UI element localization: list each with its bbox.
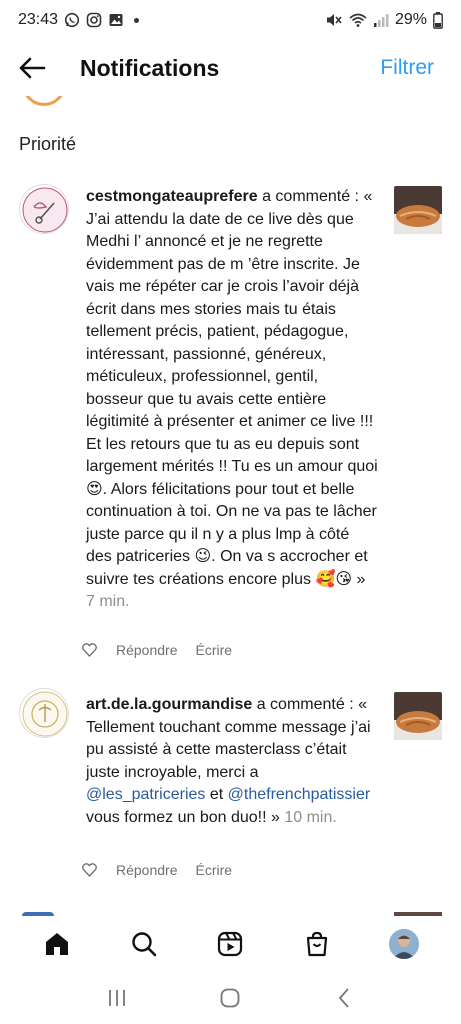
- home-button[interactable]: [210, 978, 250, 1018]
- comment-text: vous formez un bon duo!! »: [86, 808, 285, 826]
- notification-dot: [134, 17, 140, 23]
- section-title: Priorité: [19, 134, 77, 154]
- signal-icon: [373, 12, 389, 28]
- comment-text: « J’ai attendu la date de ce live dès qu…: [86, 188, 378, 588]
- mute-icon: [325, 12, 343, 28]
- home-circle-icon: [221, 988, 240, 1008]
- wifi-icon: [349, 12, 367, 28]
- notification-actions: Répondre Écrire: [80, 861, 232, 879]
- clock: 23:43: [18, 11, 59, 28]
- profile-avatar: [388, 929, 419, 959]
- instagram-icon: [86, 12, 102, 28]
- notification-actions: Répondre Écrire: [80, 641, 232, 659]
- post-thumbnail[interactable]: [394, 186, 442, 234]
- app-header: Notifications Filtrer: [0, 40, 461, 96]
- search-icon: [132, 932, 157, 957]
- heart-icon[interactable]: [80, 861, 98, 879]
- write-button[interactable]: Écrire: [196, 642, 233, 658]
- reels-icon: [218, 931, 243, 957]
- whatsapp-icon: [64, 12, 80, 28]
- timestamp: 10 min.: [284, 808, 337, 826]
- gallery-icon: [108, 12, 124, 28]
- home-icon: [46, 933, 69, 955]
- filter-button[interactable]: Filtrer: [380, 56, 434, 80]
- comment-text: et: [205, 786, 228, 803]
- reply-button[interactable]: Répondre: [116, 862, 178, 878]
- nav-search[interactable]: [121, 921, 167, 967]
- back-chevron-icon: [338, 988, 349, 1008]
- notification-text: art.de.la.gourmandise a commenté : « Tel…: [86, 694, 378, 829]
- shop-icon: [306, 931, 328, 957]
- nav-profile[interactable]: [381, 921, 427, 967]
- heart-icon[interactable]: [80, 641, 98, 659]
- back-arrow-icon: [19, 57, 46, 79]
- back-button[interactable]: [0, 40, 64, 96]
- action-text: a commenté :: [252, 696, 359, 713]
- nav-home[interactable]: [34, 921, 80, 967]
- system-nav-bar: [0, 972, 461, 1024]
- username[interactable]: cestmongateauprefere: [86, 188, 258, 205]
- notification-text: cestmongateauprefere a commenté : « J’ai…: [86, 186, 378, 614]
- timestamp: 7 min.: [86, 593, 130, 610]
- recent-apps-icon: [108, 990, 125, 1006]
- bottom-nav: [0, 916, 461, 972]
- post-thumbnail[interactable]: [394, 692, 442, 740]
- action-text: a commenté :: [257, 188, 364, 205]
- recent-apps-button[interactable]: [97, 978, 137, 1018]
- nav-shop[interactable]: [294, 921, 340, 967]
- reply-button[interactable]: Répondre: [116, 642, 178, 658]
- status-bar: 23:43 29%: [0, 0, 461, 40]
- battery-icon: [433, 11, 443, 29]
- page-title: Notifications: [80, 54, 220, 81]
- battery-percent: 29%: [394, 11, 427, 28]
- nav-reels[interactable]: [207, 921, 253, 967]
- avatar[interactable]: [19, 184, 69, 234]
- mention-link[interactable]: @thefrenchpatissier: [228, 786, 371, 803]
- write-button[interactable]: Écrire: [196, 862, 233, 878]
- previous-avatar-edge: [22, 96, 66, 106]
- avatar[interactable]: [19, 688, 69, 738]
- username[interactable]: art.de.la.gourmandise: [86, 696, 252, 713]
- mention-link[interactable]: @les_patriceries: [86, 786, 205, 803]
- system-back-button[interactable]: [324, 978, 364, 1018]
